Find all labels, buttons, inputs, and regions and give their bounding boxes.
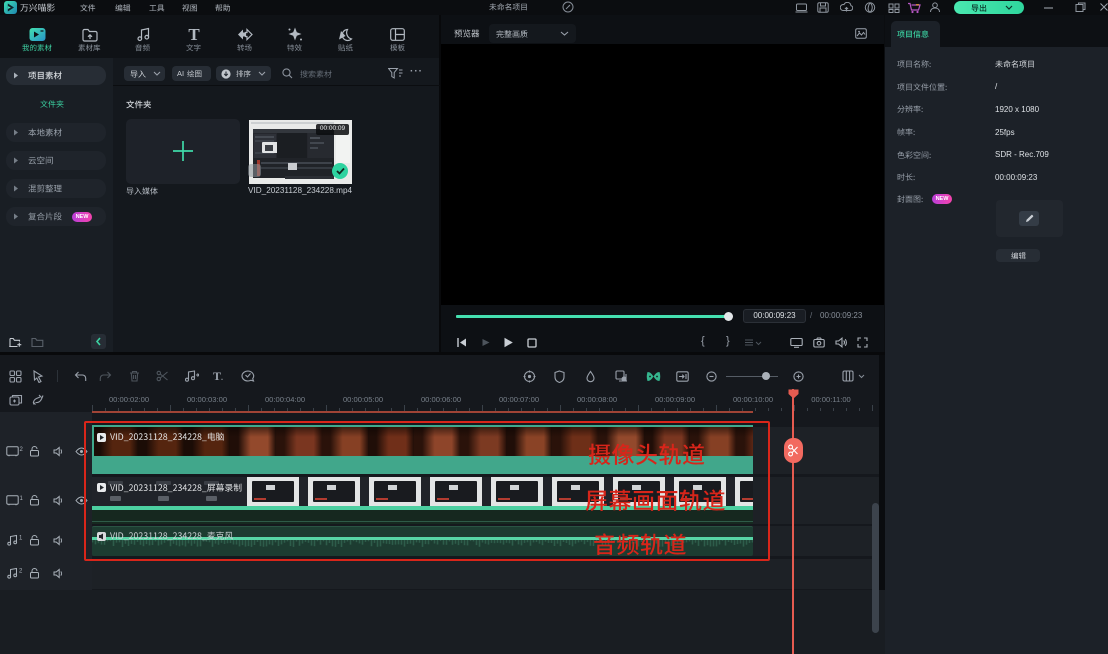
svg-text:1: 1 (20, 496, 24, 502)
svg-text:1: 1 (19, 536, 23, 542)
svg-text:2: 2 (20, 447, 24, 453)
svg-text:2: 2 (19, 569, 23, 575)
